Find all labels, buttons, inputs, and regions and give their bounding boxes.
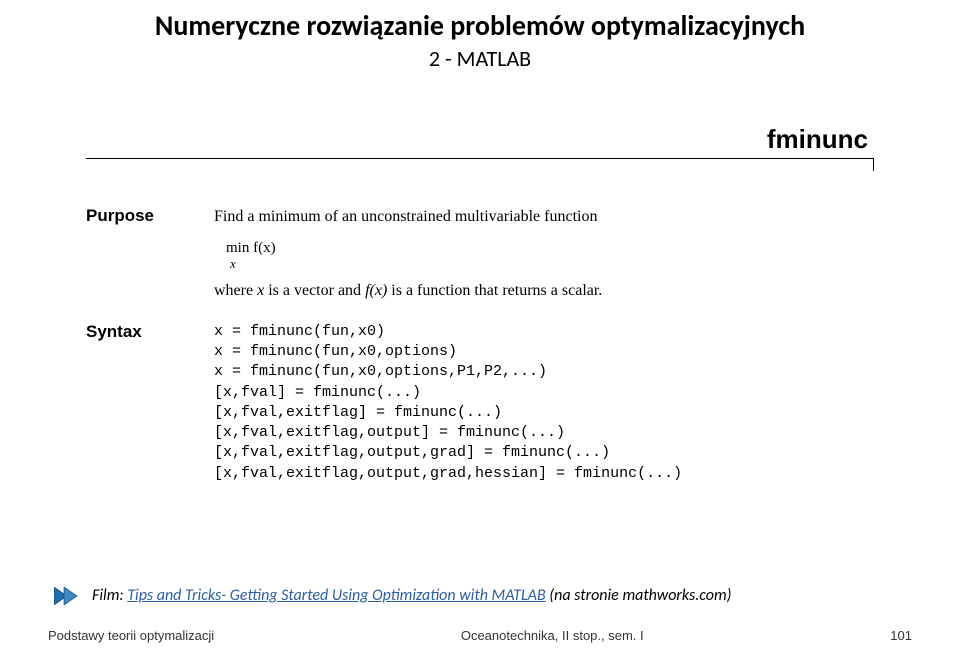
- horizontal-rule: [86, 158, 874, 172]
- film-text: Film: Tips and Tricks- Getting Started U…: [92, 586, 732, 605]
- page-title: Numeryczne rozwiązanie problemów optymal…: [48, 8, 912, 43]
- arrow-icon: [54, 587, 82, 605]
- where-suffix: is a function that returns a scalar.: [387, 282, 602, 299]
- purpose-text: Find a minimum of an unconstrained multi…: [214, 206, 602, 228]
- film-prefix: Film:: [92, 586, 127, 605]
- syntax-label: Syntax: [86, 322, 190, 484]
- syntax-code: x = fminunc(fun,x0) x = fminunc(fun,x0,o…: [214, 322, 682, 484]
- doc-excerpt: fminunc Purpose Find a minimum of an unc…: [48, 124, 912, 484]
- where-clause: where x is a vector and f(x) is a functi…: [214, 280, 602, 302]
- film-link[interactable]: Tips and Tricks- Getting Started Using O…: [127, 586, 545, 605]
- where-fx: f(x): [365, 282, 387, 299]
- purpose-label: Purpose: [86, 206, 190, 302]
- where-prefix: where: [214, 282, 257, 299]
- page-subtitle: 2 - MATLAB: [48, 45, 912, 72]
- where-mid: is a vector and: [264, 282, 365, 299]
- formula: min f(x) x: [226, 238, 602, 273]
- footer-left: Podstawy teorii optymalizacji: [48, 628, 214, 643]
- film-suffix: (na stronie mathworks.com): [546, 586, 732, 605]
- footer-page-number: 101: [890, 628, 912, 643]
- formula-subscript: x: [230, 255, 236, 273]
- footer-center: Oceanotechnika, II stop., sem. I: [461, 628, 644, 643]
- function-name: fminunc: [86, 124, 874, 158]
